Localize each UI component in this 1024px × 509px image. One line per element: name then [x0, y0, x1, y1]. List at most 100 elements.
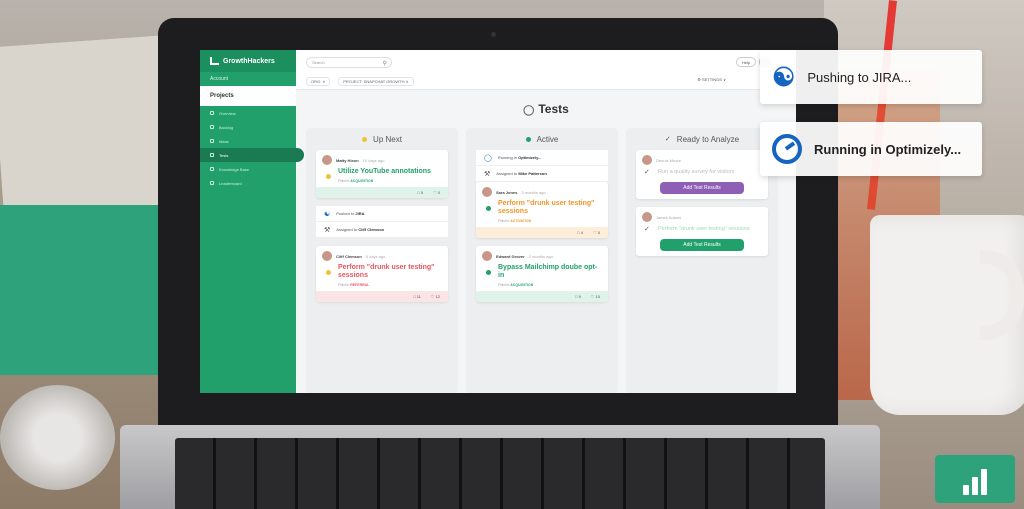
likes-value: 12 — [435, 294, 440, 299]
sidebar-item-tests[interactable]: Tests — [200, 148, 304, 162]
test-card[interactable]: Cliff Clemson 5 days ago Perform "drunk … — [316, 246, 448, 302]
optimizely-icon: ◯ — [484, 154, 492, 162]
checkbox-icon[interactable]: ✓ — [644, 225, 650, 233]
jira-toast-text: Pushing to JIRA... — [807, 69, 912, 85]
card-footer: □ 5 ♡ 0 — [316, 187, 448, 198]
sidebar-account[interactable]: Account — [200, 72, 296, 86]
category-value[interactable]: ACQUISITION — [510, 283, 533, 287]
likes-count[interactable]: ♡ 10 — [591, 294, 600, 299]
likes-value: 10 — [595, 294, 600, 299]
leaderboard-icon — [210, 181, 214, 185]
column-up-next: Up Next Matty Hixon 10 days ago Utilize … — [306, 128, 458, 393]
optimizely-icon — [772, 134, 802, 164]
likes-value: 5 — [597, 230, 600, 235]
pushed-value: JIRA — [355, 211, 365, 216]
avatar — [482, 251, 492, 261]
timestamp: 10 days ago — [362, 157, 385, 163]
background-headphones — [0, 385, 115, 490]
jira-toast: ☯ Pushing to JIRA... — [760, 50, 982, 104]
assigned-text: Assigned to Cliff Clemson — [336, 227, 384, 232]
org-filter[interactable]: ORG: ∨ — [306, 77, 331, 86]
pushed-label: Pushed to — [336, 211, 355, 216]
app-screen: GrowthHackers Account Projects Overview … — [200, 50, 796, 393]
analyze-card[interactable]: James Adams Perform "drunk user testing"… — [636, 207, 768, 256]
analyze-card[interactable]: Dennis Moore Run a quality survey for vi… — [636, 150, 768, 199]
filed-label: Filed in — [338, 283, 350, 287]
author-name: James Adams — [656, 214, 682, 220]
logo-bar — [972, 477, 978, 495]
card-author: Cliff Clemson 5 days ago — [322, 251, 442, 261]
timestamp: 3 months ago — [521, 189, 546, 195]
optimizely-status-row: ◯ Running in Optimizely... — [476, 150, 608, 166]
project-filter[interactable]: PROJECT: SNAPCHAT GROWTH ∨ — [338, 77, 414, 86]
likes-count[interactable]: ♡ 12 — [431, 294, 440, 299]
app-logo[interactable]: GrowthHackers — [200, 50, 296, 72]
comments-value: 5 — [420, 190, 424, 195]
settings-label: SETTINGS ∨ — [701, 77, 726, 82]
category-value[interactable]: ACQUISITION — [350, 179, 373, 183]
assignee-row: ⚒ Assigned to Mike Patterson — [476, 166, 608, 182]
webcam — [491, 32, 496, 37]
assigned-label: Assigned to — [496, 171, 518, 176]
optimizely-toast-text: Running in Optimizely... — [814, 141, 962, 157]
search-input[interactable]: Search ⚲ — [306, 57, 392, 68]
sidebar-item-leaderboard[interactable]: Leaderboard — [200, 176, 296, 190]
likes-count[interactable]: ♡ 0 — [433, 190, 440, 195]
running-label: Running in — [497, 155, 517, 160]
checkbox-icon[interactable]: ✓ — [644, 168, 650, 176]
help-button[interactable]: Help — [736, 57, 756, 67]
assignee-name[interactable]: Mike Patterson — [518, 171, 546, 176]
comments-count[interactable]: □ 5 — [417, 190, 423, 195]
avatar — [322, 251, 332, 261]
card-title[interactable]: Perform "drunk user testing" sessions — [658, 225, 762, 233]
add-test-results-button[interactable]: Add Test Results — [660, 182, 744, 194]
avatar — [642, 155, 652, 165]
settings-dropdown[interactable]: ⚙ SETTINGS ∨ — [697, 77, 726, 82]
filed-label: Filed in — [338, 179, 350, 183]
category-value[interactable]: ACTIVATION — [510, 219, 531, 223]
sidebar-item-overview[interactable]: Overview — [200, 106, 296, 120]
card-title[interactable]: Perform "drunk user testing" sessions — [498, 200, 602, 216]
sidebar-projects[interactable]: Projects — [200, 86, 296, 106]
test-card[interactable]: Edward Grover 2 months ago Bypass Mailch… — [476, 246, 608, 302]
column-header: Active — [466, 128, 618, 150]
comments-value: 4 — [580, 230, 584, 235]
overview-icon — [210, 111, 214, 115]
page-title: ◯ Tests — [296, 102, 796, 116]
status-marker — [486, 270, 491, 275]
card-category: Filed in REFERRAL — [338, 283, 442, 287]
jira-status-row: ☯ Pushed to JIRA — [316, 206, 448, 222]
sidebar-item-knowledge-base[interactable]: Knowledge Base — [200, 162, 296, 176]
comments-count[interactable]: □ 4 — [577, 230, 583, 235]
keyboard — [175, 438, 825, 509]
knowledge-base-icon — [210, 167, 214, 171]
comments-count[interactable]: □ 11 — [413, 294, 421, 299]
sidebar-item-ideas[interactable]: Ideas — [200, 134, 296, 148]
card-title[interactable]: Utilize YouTube annotations — [338, 168, 442, 176]
sidebar-item-label: Knowledge Base — [219, 166, 250, 172]
likes-count[interactable]: ♡ 5 — [593, 230, 600, 235]
status-marker — [326, 270, 331, 275]
wrench-icon: ⚒ — [484, 170, 491, 178]
category-value[interactable]: REFERRAL — [350, 283, 369, 287]
test-card[interactable]: Matty Hixon 10 days ago Utilize YouTube … — [316, 150, 448, 198]
card-title[interactable]: Bypass Mailchimp doube opt-in — [498, 264, 602, 280]
timestamp: 2 months ago — [528, 253, 553, 259]
status-dot — [525, 136, 531, 142]
sidebar-item-label: Tests — [219, 152, 229, 158]
lightbulb-icon: ◯ — [523, 105, 535, 116]
search-icon[interactable]: ⚲ — [383, 59, 387, 69]
comments-count[interactable]: □ 9 — [575, 294, 581, 299]
test-card[interactable]: Sara Jones 3 months ago Perform "drunk u… — [476, 182, 608, 238]
tests-icon — [210, 153, 214, 157]
assignee-name[interactable]: Cliff Clemson — [358, 227, 384, 232]
assigned-text: Assigned to Mike Patterson — [496, 171, 546, 176]
sidebar-item-backlog[interactable]: Backlog — [200, 120, 296, 134]
card-author: Matty Hixon 10 days ago — [322, 155, 442, 165]
card-title[interactable]: Perform "drunk user testing" sessions — [338, 264, 442, 280]
column-header: ✓ Ready to Analyze — [626, 128, 778, 150]
brand-logo-icon — [935, 455, 1015, 503]
add-test-results-button[interactable]: Add Test Results — [660, 239, 744, 251]
status-dot — [362, 136, 368, 142]
card-title[interactable]: Run a quality survey for visitors — [658, 168, 762, 176]
